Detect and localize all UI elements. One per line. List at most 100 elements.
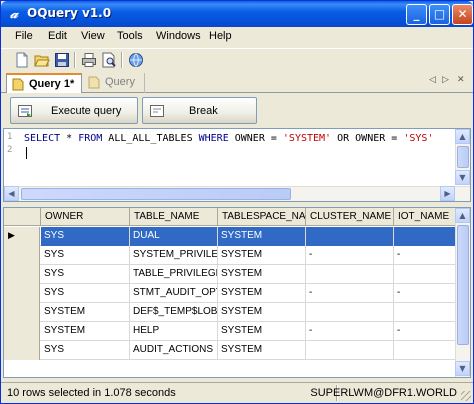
table-cell[interactable]: - (394, 322, 456, 341)
sql-keyword: SELECT (24, 133, 61, 144)
line-number: 2 (7, 145, 13, 155)
editor-hscroll-thumb[interactable] (21, 188, 291, 200)
table-cell[interactable]: SYSTEM (218, 284, 306, 303)
scroll-down-icon[interactable]: ▼ (455, 361, 470, 376)
table-cell[interactable] (394, 341, 456, 360)
row-indicator[interactable] (4, 322, 40, 341)
table-cell[interactable]: SYSTEM (41, 322, 130, 341)
editor-vscroll-thumb[interactable] (457, 146, 469, 168)
break-icon (150, 105, 164, 117)
new-document-icon[interactable] (14, 52, 30, 68)
table-cell[interactable] (306, 303, 394, 322)
row-indicator[interactable] (4, 246, 40, 265)
table-cell[interactable]: SYSTEM (218, 322, 306, 341)
tab-prev-icon[interactable]: ◁ (429, 75, 436, 85)
table-cell[interactable]: TABLE_PRIVILEGE_MAP (130, 265, 218, 284)
scroll-down-icon[interactable]: ▼ (455, 170, 470, 185)
table-cell[interactable]: STMT_AUDIT_OPTION_MAP (130, 284, 218, 303)
table-row[interactable]: SYS AUDIT_ACTIONS SYSTEM (4, 341, 456, 360)
result-grid[interactable]: OWNER TABLE_NAME TABLESPACE_NAME CLUSTER… (3, 207, 471, 378)
row-indicator[interactable] (4, 341, 40, 360)
status-bar: 10 rows selected in 1.078 seconds SUPERL… (1, 382, 473, 403)
table-row[interactable]: SYSTEM HELP SYSTEM - - (4, 322, 456, 341)
tab-close-icon[interactable]: ✕ (457, 75, 465, 85)
row-indicator[interactable] (4, 303, 40, 322)
table-cell[interactable]: DUAL (130, 227, 218, 246)
column-header-owner[interactable]: OWNER (41, 208, 130, 226)
menu-tools[interactable]: Tools (117, 30, 143, 42)
editor-horizontal-scrollbar[interactable]: ◀ ▶ (4, 186, 470, 201)
grid-vertical-scrollbar[interactable]: ▲ ▼ (455, 208, 470, 377)
table-cell[interactable]: HELP (130, 322, 218, 341)
tab-next-icon[interactable]: ▷ (442, 75, 449, 85)
table-cell[interactable] (306, 227, 394, 246)
sql-text[interactable]: SELECT * FROM ALL_ALL_TABLES WHERE OWNER… (24, 132, 433, 145)
scroll-up-icon[interactable]: ▲ (455, 208, 470, 223)
column-header-iot-name[interactable]: IOT_NAME (394, 208, 456, 226)
table-cell[interactable]: SYSTEM (218, 246, 306, 265)
table-cell[interactable]: SYS (41, 246, 130, 265)
print-preview-icon[interactable] (101, 52, 117, 68)
minimize-button[interactable]: _ (406, 4, 427, 25)
table-cell[interactable]: SYS (41, 341, 130, 360)
table-row[interactable]: ▶ SYS DUAL SYSTEM (4, 227, 456, 246)
column-header-tablespace-name[interactable]: TABLESPACE_NAME (218, 208, 306, 226)
table-cell[interactable]: - (306, 284, 394, 303)
row-indicator[interactable] (4, 284, 40, 303)
menu-help[interactable]: Help (209, 30, 232, 42)
menu-windows[interactable]: Windows (156, 30, 201, 42)
tab-query-2[interactable]: Query 2 (83, 73, 145, 106)
table-cell[interactable]: SYSTEM (218, 227, 306, 246)
close-button[interactable]: ✕ (452, 4, 473, 25)
print-icon[interactable] (81, 52, 97, 68)
toolbar-separator (74, 52, 76, 68)
column-header-cluster-name[interactable]: CLUSTER_NAME (306, 208, 394, 226)
execute-query-button[interactable]: Execute query (10, 97, 138, 124)
table-cell[interactable]: SYSTEM (218, 265, 306, 284)
table-cell[interactable]: - (394, 284, 456, 303)
table-cell[interactable]: SYS (41, 227, 130, 246)
save-icon[interactable] (54, 52, 70, 68)
maximize-button[interactable]: □ (429, 4, 450, 25)
table-row[interactable]: SYSTEM DEF$_TEMP$LOB SYSTEM (4, 303, 456, 322)
table-cell[interactable]: SYS (41, 284, 130, 303)
row-indicator[interactable] (4, 265, 40, 284)
connect-icon[interactable] (128, 52, 144, 68)
menu-view[interactable]: View (81, 30, 105, 42)
table-cell[interactable]: - (306, 246, 394, 265)
table-cell[interactable]: - (306, 322, 394, 341)
toolbar (1, 48, 473, 70)
table-cell[interactable]: AUDIT_ACTIONS (130, 341, 218, 360)
table-cell[interactable]: SYSTEM (218, 303, 306, 322)
open-folder-icon[interactable] (34, 52, 50, 68)
scroll-up-icon[interactable]: ▲ (455, 129, 470, 144)
table-cell[interactable]: SYSTEM_PRIVILEGE_MAP (130, 246, 218, 265)
grid-vscroll-thumb[interactable] (457, 225, 469, 345)
editor-vertical-scrollbar[interactable]: ▲ ▼ (455, 129, 470, 185)
table-cell[interactable] (394, 265, 456, 284)
break-button[interactable]: Break (142, 97, 257, 124)
table-cell[interactable] (394, 303, 456, 322)
table-row[interactable]: SYSSYSTEM_PRIVILEGE_MAPSYSTEM-- (4, 246, 456, 265)
tab-query-1[interactable]: Query 1* (6, 73, 82, 93)
table-cell[interactable] (306, 341, 394, 360)
scroll-left-icon[interactable]: ◀ (4, 186, 19, 201)
column-header-table-name[interactable]: TABLE_NAME (130, 208, 218, 226)
table-row[interactable]: SYSSTMT_AUDIT_OPTION_MAPSYSTEM-- (4, 284, 456, 303)
table-cell[interactable]: SYS (41, 265, 130, 284)
query-document-icon (88, 76, 100, 89)
resize-grip-icon[interactable] (461, 391, 471, 401)
table-row[interactable]: SYSTABLE_PRIVILEGE_MAPSYSTEM (4, 265, 456, 284)
table-cell[interactable] (306, 265, 394, 284)
row-indicator[interactable]: ▶ (4, 227, 40, 246)
menu-file[interactable]: File (15, 30, 33, 42)
title-bar[interactable]: 𝒶 OQuery v1.0 _ □ ✕ (1, 1, 473, 27)
scroll-right-icon[interactable]: ▶ (440, 186, 455, 201)
table-cell[interactable]: SYSTEM (218, 341, 306, 360)
menu-edit[interactable]: Edit (48, 30, 67, 42)
table-cell[interactable]: SYSTEM (41, 303, 130, 322)
table-cell[interactable]: DEF$_TEMP$LOB (130, 303, 218, 322)
table-cell[interactable] (394, 227, 456, 246)
table-cell[interactable]: - (394, 246, 456, 265)
sql-editor[interactable]: 1 2 SELECT * FROM ALL_ALL_TABLES WHERE O… (3, 128, 471, 202)
